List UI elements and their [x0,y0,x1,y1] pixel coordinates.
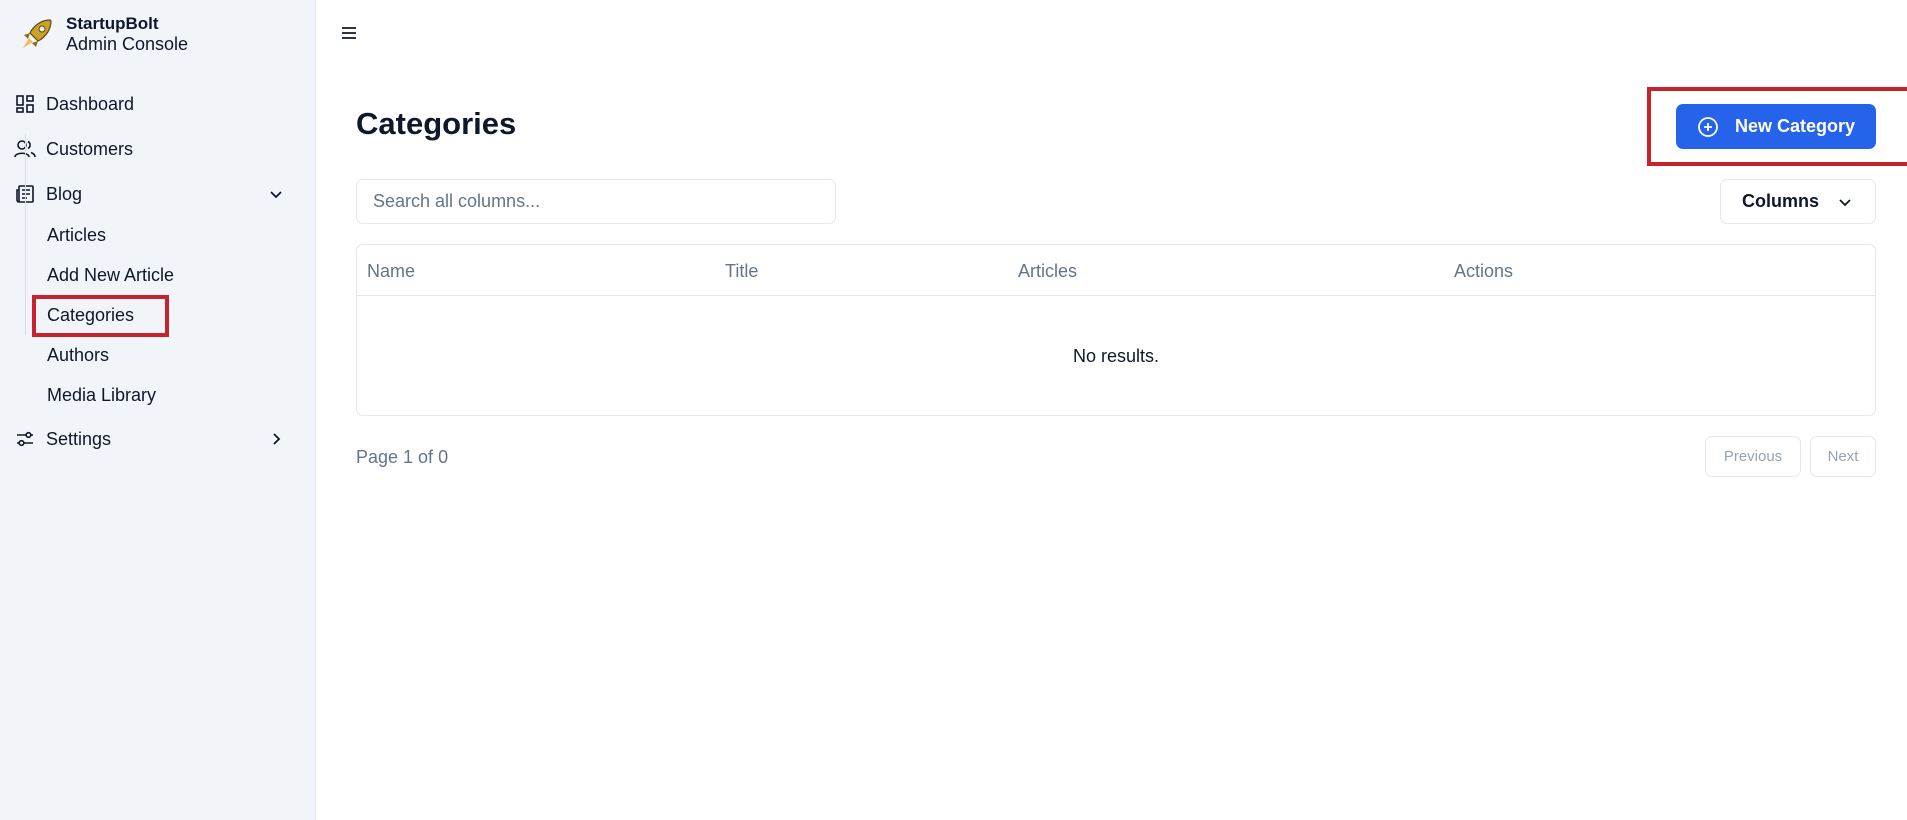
sidebar: StartupBolt Admin Console Dashboard Cust… [0,0,316,820]
column-header-articles[interactable]: Articles [1018,261,1077,282]
column-header-actions[interactable]: Actions [1454,261,1513,282]
sidebar-item-settings[interactable]: Settings [14,421,299,457]
column-header-name[interactable]: Name [367,261,415,282]
empty-state-message: No results. [1072,346,1160,366]
sidebar-subitem-add-new-article[interactable]: Add New Article [47,259,174,291]
columns-label: Columns [1742,191,1820,211]
brand-name: StartupBolt [66,14,159,33]
table-header: Name Title Articles Actions [357,245,1875,296]
rocket-icon [20,17,54,51]
column-header-title[interactable]: Title [725,261,758,282]
sidebar-subitem-media-library[interactable]: Media Library [47,379,156,411]
dashboard-icon [14,93,36,115]
brand-subtitle: Admin Console [66,34,189,54]
previous-button[interactable]: Previous [1705,436,1801,477]
sidebar-item-dashboard[interactable]: Dashboard [14,86,299,122]
plus-circle-icon [1697,116,1719,138]
categories-table: Name Title Articles Actions No results. [356,244,1876,416]
pagination-info: Page 1 of 0 [356,447,449,467]
sidebar-item-customers[interactable]: Customers [14,131,299,167]
chevron-down-icon[interactable] [267,185,285,203]
sliders-icon [14,428,36,450]
sidebar-item-label: Dashboard [46,93,135,114]
sidebar-subitem-articles[interactable]: Articles [47,219,106,251]
columns-button[interactable]: Columns [1720,179,1876,224]
sidebar-item-label: Settings [46,428,112,449]
submenu-divider [25,134,26,335]
sidebar-item-blog[interactable]: Blog [14,176,299,212]
chevron-down-icon [1837,194,1853,210]
page-title: Categories [356,106,517,141]
categories-highlight [32,295,169,337]
hamburger-menu-icon[interactable] [340,24,358,42]
sidebar-subitem-authors[interactable]: Authors [47,339,109,371]
new-category-label: New Category [1734,116,1856,136]
search-input[interactable] [356,179,836,224]
brand[interactable]: StartupBolt Admin Console [20,14,188,54]
sidebar-item-label: Blog [46,183,83,204]
next-button[interactable]: Next [1810,436,1876,477]
new-category-button[interactable]: New Category [1676,104,1876,149]
chevron-right-icon[interactable] [267,430,285,448]
sidebar-item-label: Customers [46,138,134,159]
